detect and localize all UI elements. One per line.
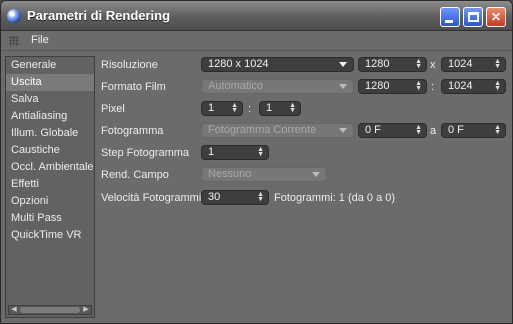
chevron-down-icon — [312, 172, 320, 177]
risoluzione-preset-value: 1280 x 1024 — [208, 58, 269, 70]
sidebar-item-caustiche[interactable]: Caustiche — [6, 142, 94, 159]
fotogramma-dropdown[interactable]: Fotogramma Corrente — [201, 123, 354, 138]
formato-film-dropdown[interactable]: Automatico — [201, 79, 354, 94]
sidebar-item-antialiasing[interactable]: Antialiasing — [6, 108, 94, 125]
scrollbar-thumb[interactable] — [20, 307, 80, 313]
sidebar-item-generale[interactable]: Generale — [6, 57, 94, 74]
fotogramma-value: Fotogramma Corrente — [208, 124, 317, 136]
spinner-arrows-icon[interactable]: ▲ ▼ — [415, 58, 422, 70]
pixel-a-field[interactable]: 1 ▲ ▼ — [201, 101, 243, 116]
pixel-a-value: 1 — [208, 102, 215, 114]
chevron-down-icon — [339, 62, 347, 67]
menu-bar: File — [1, 31, 512, 51]
maximize-icon — [468, 12, 479, 22]
formato-film-width-value: 1280 — [365, 80, 390, 92]
risoluzione-width-field[interactable]: 1280 ▲ ▼ — [358, 57, 427, 72]
spinner-arrows-icon[interactable]: ▲ ▼ — [494, 58, 501, 70]
step-fotogramma-value: 1 — [208, 146, 215, 158]
sidebar-item-salva[interactable]: Salva — [6, 91, 94, 108]
spinner-arrows-icon[interactable]: ▲ ▼ — [231, 102, 238, 114]
scroll-right-icon[interactable]: ▶ — [81, 306, 91, 314]
spinner-arrows-icon[interactable]: ▲ ▼ — [257, 191, 264, 203]
sidebar-item-opzioni[interactable]: Opzioni — [6, 193, 94, 210]
velocita-fotogrammi-label: Velocità Fotogrammi — [101, 192, 202, 204]
formato-film-separator: : — [431, 81, 435, 93]
fotogramma-from-value: 0 F — [365, 124, 381, 136]
render-settings-window: Parametri di Rendering ✕ File Generale U… — [0, 0, 513, 324]
formato-film-value: Automatico — [208, 80, 264, 92]
fotogramma-from-field[interactable]: 0 F ▲ ▼ — [358, 123, 427, 138]
close-button[interactable]: ✕ — [486, 7, 506, 27]
pixel-b-value: 1 — [266, 102, 273, 114]
menu-file[interactable]: File — [31, 34, 49, 46]
step-fotogramma-label: Step Fotogramma — [101, 147, 190, 159]
risoluzione-height-value: 1024 — [448, 58, 473, 70]
velocita-fotogrammi-field[interactable]: 30 ▲ ▼ — [201, 190, 269, 205]
sidebar-item-occl-ambientale[interactable]: Occl. Ambientale — [6, 159, 94, 176]
fotogramma-to-value: 0 F — [448, 124, 464, 136]
formato-film-height-field[interactable]: 1024 ▲ ▼ — [441, 79, 506, 94]
sidebar-item-multi-pass[interactable]: Multi Pass — [6, 210, 94, 227]
spinner-arrows-icon[interactable]: ▲ ▼ — [289, 102, 296, 114]
chevron-down-icon — [339, 84, 347, 89]
risoluzione-height-field[interactable]: 1024 ▲ ▼ — [441, 57, 506, 72]
spinner-arrows-icon[interactable]: ▲ ▼ — [494, 124, 501, 136]
velocita-fotogrammi-value: 30 — [208, 191, 221, 203]
formato-film-label: Formato Film — [101, 81, 166, 93]
risoluzione-preset-dropdown[interactable]: 1280 x 1024 — [201, 57, 354, 72]
close-icon: ✕ — [490, 10, 502, 24]
minimize-button[interactable] — [440, 7, 460, 27]
spinner-arrows-icon[interactable]: ▲ ▼ — [494, 80, 501, 92]
risoluzione-width-value: 1280 — [365, 58, 390, 70]
sidebar-item-illum-globale[interactable]: Illum. Globale — [6, 125, 94, 142]
window-title: Parametri di Rendering — [27, 8, 171, 23]
sidebar-item-uscita[interactable]: Uscita — [6, 74, 94, 91]
spinner-arrows-icon[interactable]: ▲ ▼ — [415, 80, 422, 92]
step-fotogramma-field[interactable]: 1 ▲ ▼ — [201, 145, 269, 160]
rend-campo-dropdown[interactable]: Nessuno — [201, 167, 327, 182]
fotogramma-label: Fotogramma — [101, 125, 164, 137]
pixel-b-field[interactable]: 1 ▲ ▼ — [259, 101, 301, 116]
pixel-label: Pixel — [101, 103, 125, 115]
title-bar[interactable]: Parametri di Rendering ✕ — [1, 1, 512, 31]
sidebar-item-quicktime-vr[interactable]: QuickTime VR — [6, 227, 94, 244]
settings-category-list: Generale Uscita Salva Antialiasing Illum… — [5, 56, 95, 318]
pixel-separator: : — [248, 103, 252, 115]
maximize-button[interactable] — [463, 7, 483, 27]
risoluzione-separator: x — [430, 59, 436, 71]
formato-film-width-field[interactable]: 1280 ▲ ▼ — [358, 79, 427, 94]
sidebar-horizontal-scrollbar[interactable]: ◀ ▶ — [8, 305, 92, 315]
fotogramma-separator: a — [430, 125, 437, 137]
rend-campo-value: Nessuno — [208, 168, 252, 180]
spinner-arrows-icon[interactable]: ▲ ▼ — [415, 124, 422, 136]
scroll-left-icon[interactable]: ◀ — [9, 306, 19, 314]
spinner-arrows-icon[interactable]: ▲ ▼ — [257, 146, 264, 158]
rend-campo-label: Rend. Campo — [101, 169, 169, 181]
formato-film-height-value: 1024 — [448, 80, 473, 92]
minimize-icon — [445, 20, 453, 23]
fotogramma-to-field[interactable]: 0 F ▲ ▼ — [441, 123, 506, 138]
risoluzione-label: Risoluzione — [101, 59, 158, 71]
chevron-down-icon — [339, 128, 347, 133]
frame-count-info: Fotogrammi: 1 (da 0 a 0) — [274, 192, 396, 204]
grip-icon[interactable] — [9, 36, 19, 46]
sidebar-item-effetti[interactable]: Effetti — [6, 176, 94, 193]
cinema4d-sphere-icon — [7, 9, 21, 23]
